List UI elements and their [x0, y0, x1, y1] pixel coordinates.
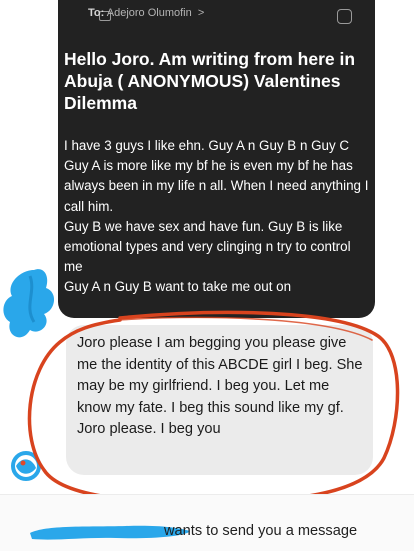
message-heading: Hello Joro. Am writing from here in Abuj… — [64, 49, 356, 113]
reply-bubble[interactable]: Joro please I am begging you please give… — [66, 325, 373, 475]
message-body: I have 3 guys I like ehn. Guy A n Guy B … — [64, 136, 370, 298]
chevron-right-icon: > — [197, 7, 205, 19]
message-paragraph: Guy A is more like my bf he is even my b… — [64, 158, 369, 214]
message-request-bar: wants to send you a message — [0, 495, 414, 551]
recipient-row: To: Adejoro Olumofin > — [88, 7, 204, 19]
message-paragraph: Guy B we have sex and have fun. Guy B is… — [64, 218, 351, 275]
message-request-text: wants to send you a message — [164, 523, 358, 539]
message-paragraph: Guy A n Guy B want to take me out on — [64, 279, 292, 295]
compose-icon — [337, 9, 352, 24]
redacted-avatar — [11, 451, 41, 481]
recipient-name: Adejoro Olumofin — [106, 7, 192, 19]
reply-text: Joro please I am begging you please give… — [77, 335, 363, 437]
message-paragraph: I have 3 guys I like ehn. Guy A n Guy B … — [64, 138, 350, 153]
shared-screenshot-card[interactable]: To: Adejoro Olumofin > Hello Joro. Am wr… — [58, 0, 375, 318]
redaction-scribble — [3, 269, 55, 338]
recipient-prefix: To: — [88, 7, 105, 19]
